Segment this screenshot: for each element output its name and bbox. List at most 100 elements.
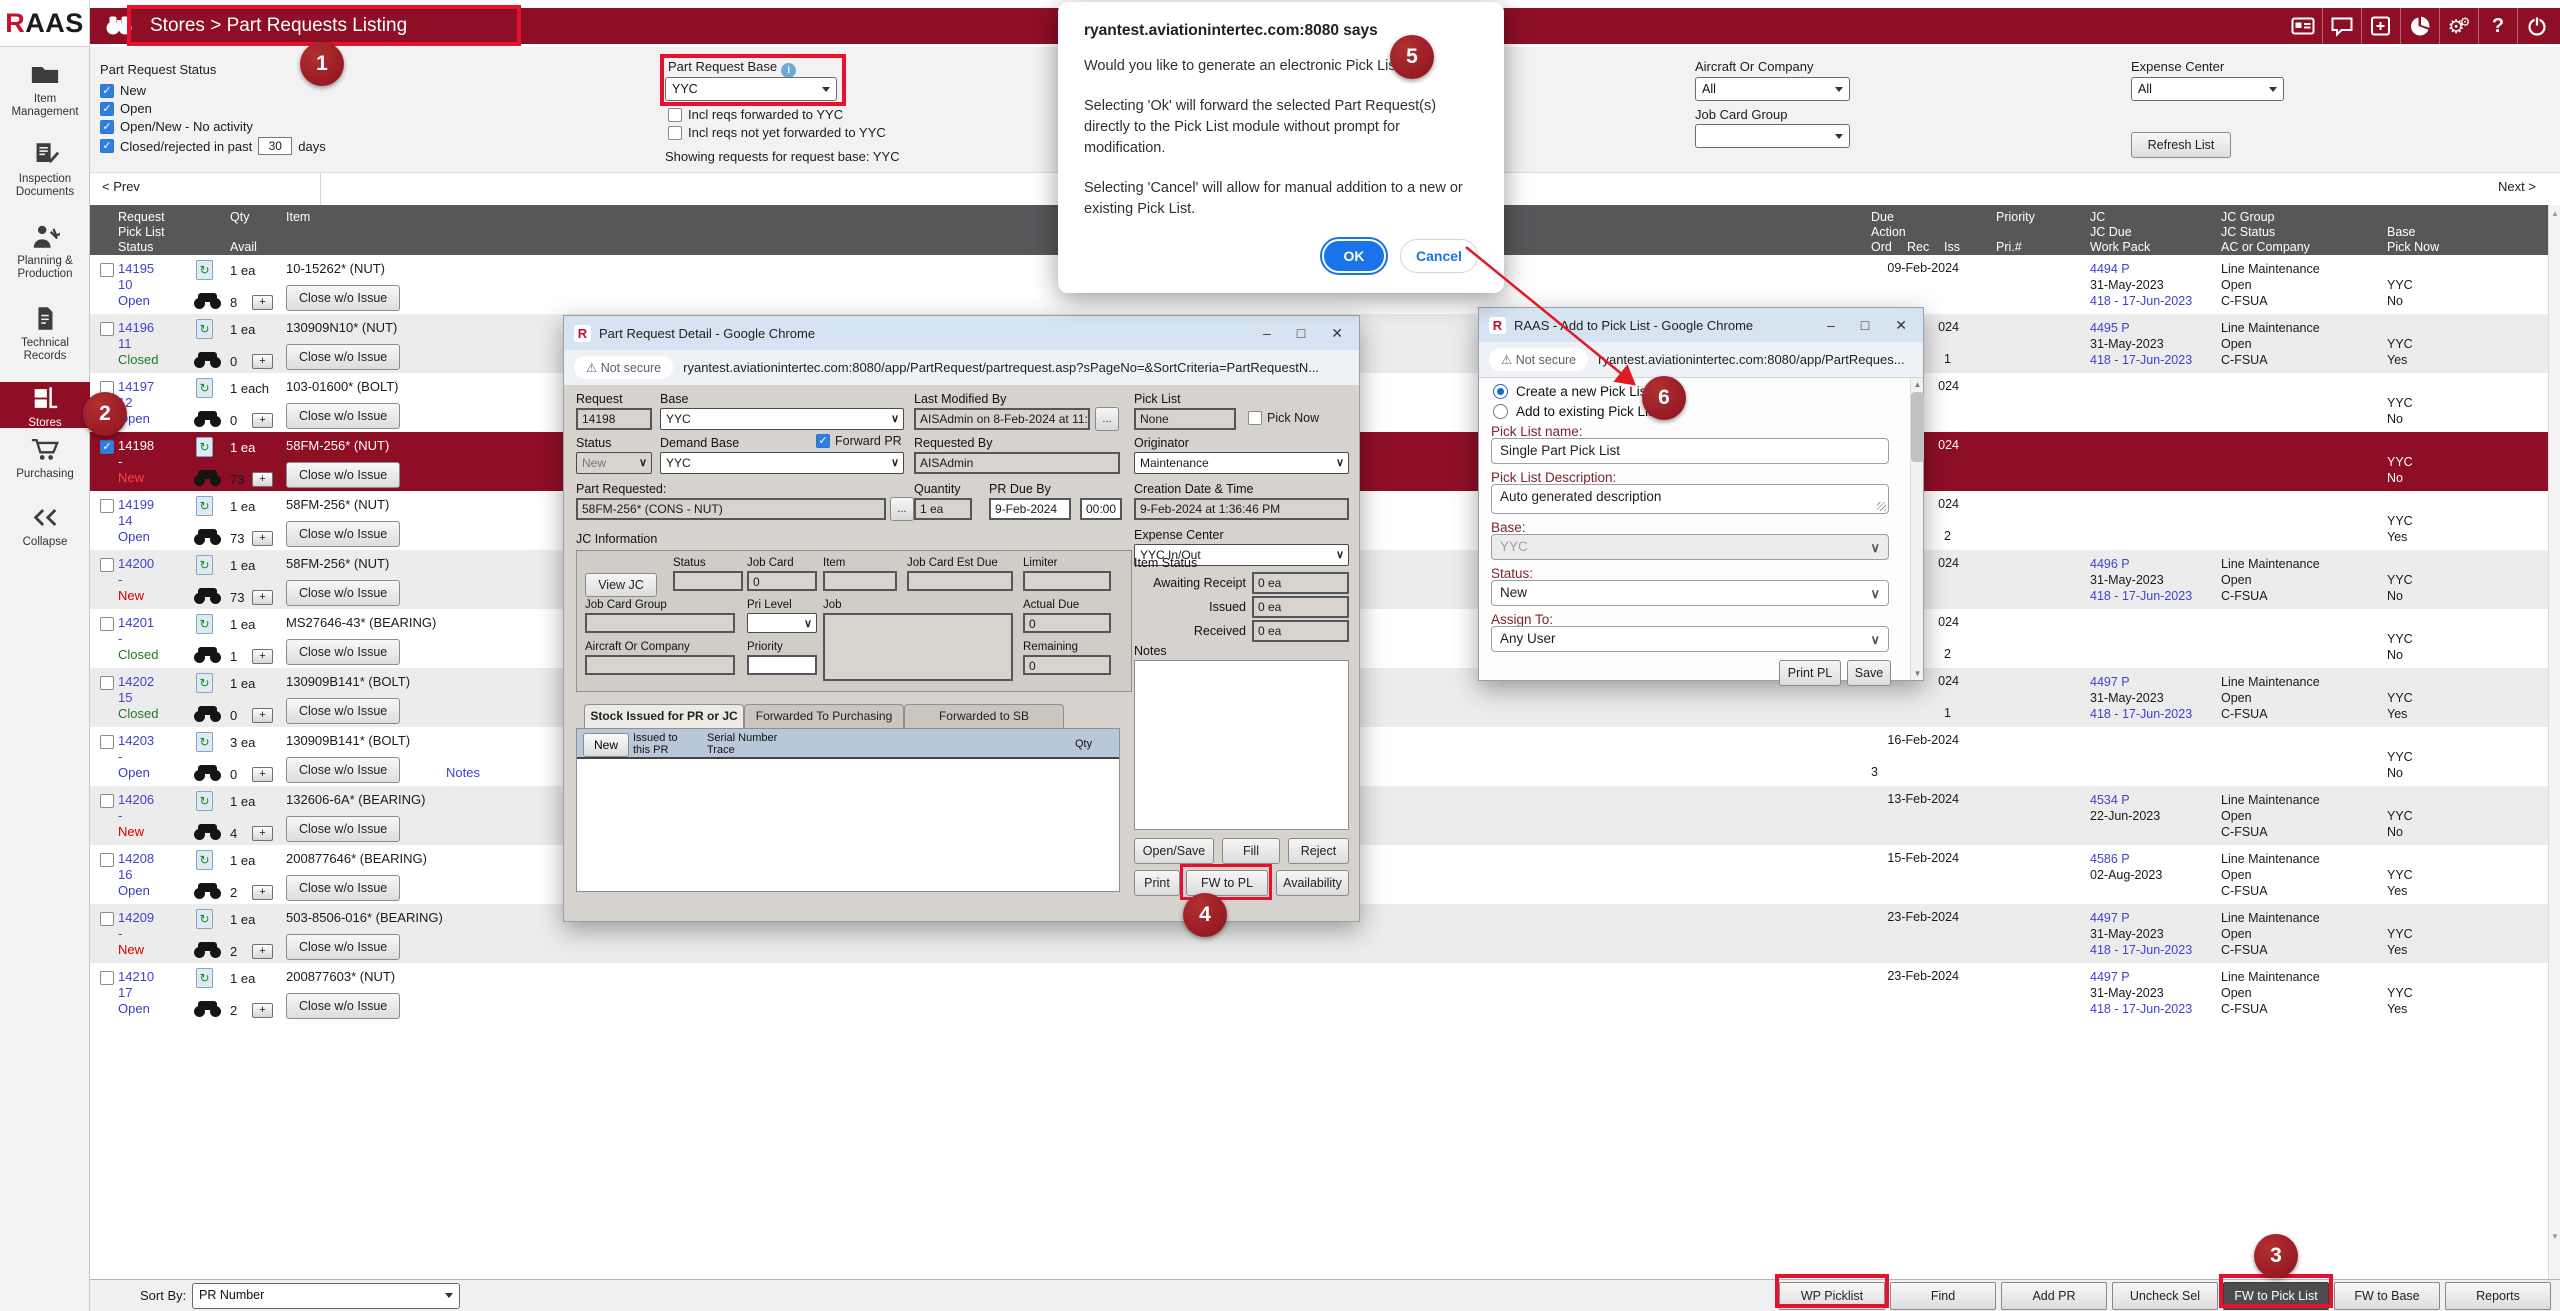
availability-refresh-icon[interactable]: ↻ [196, 496, 213, 516]
pr-due-field[interactable]: 9-Feb-2024 [989, 498, 1071, 520]
pr-number-link[interactable]: 14208 [118, 851, 154, 866]
binoculars-icon[interactable] [194, 293, 221, 309]
save-button[interactable]: Save [1847, 660, 1891, 686]
next-page-link[interactable]: Next > [2498, 179, 2536, 194]
availability-refresh-icon[interactable]: ↻ [196, 378, 213, 398]
pr-number-link[interactable]: 14195 [118, 261, 154, 276]
availability-refresh-icon[interactable]: ↻ [196, 673, 213, 693]
close-wo-issue-button[interactable]: Close w/o Issue [286, 816, 400, 842]
notes-textarea[interactable] [1134, 660, 1349, 830]
pick-list-number[interactable]: 12 [118, 395, 132, 410]
status-checkbox-open[interactable]: ✓ [100, 102, 114, 116]
fw-to-base-button[interactable]: FW to Base [2334, 1282, 2440, 1310]
close-wo-issue-button[interactable]: Close w/o Issue [286, 757, 400, 783]
expand-availability-button[interactable]: + [252, 649, 273, 664]
row-select-checkbox[interactable] [100, 617, 114, 631]
row-select-checkbox[interactable] [100, 499, 114, 513]
row-select-checkbox[interactable] [100, 263, 114, 277]
add-pr-button[interactable]: Add PR [2001, 1282, 2107, 1310]
binoculars-icon[interactable] [194, 942, 221, 958]
binoculars-icon[interactable] [194, 647, 221, 663]
sidebar-item-purchasing[interactable]: Purchasing [0, 437, 90, 481]
availability-refresh-icon[interactable]: ↻ [196, 850, 213, 870]
close-wo-issue-button[interactable]: Close w/o Issue [286, 934, 400, 960]
scroll-up-icon[interactable]: ▲ [1911, 380, 1924, 389]
pick-list-number[interactable]: - [118, 454, 122, 469]
picklist-window-titlebar[interactable]: R RAAS - Add to Pick List - Google Chrom… [1479, 308, 1923, 342]
sidebar-item-planning-production[interactable]: Planning & Production [0, 224, 90, 281]
expand-availability-button[interactable]: + [252, 885, 273, 900]
fw-to-pick-list-button[interactable]: FW to Pick List [2223, 1282, 2329, 1310]
forward-pr-checkbox[interactable]: ✓ [816, 434, 830, 448]
prev-page-link[interactable]: < Prev [102, 179, 140, 194]
jc-number-link[interactable]: 4497 P [2090, 970, 2130, 984]
print-button[interactable]: Print [1134, 870, 1180, 896]
priority-field[interactable] [747, 655, 817, 675]
info-icon[interactable]: i [781, 63, 796, 78]
tab-stock-issued[interactable]: Stock Issued for PR or JC [584, 704, 744, 729]
row-select-checkbox[interactable]: ✓ [100, 440, 114, 454]
binoculars-icon[interactable] [194, 883, 221, 899]
pick-now-checkbox[interactable] [1248, 411, 1262, 425]
availability-refresh-icon[interactable]: ↻ [196, 319, 213, 339]
pr-number-link[interactable]: 14206 [118, 792, 154, 807]
close-wo-issue-button[interactable]: Close w/o Issue [286, 521, 400, 547]
pr-number-link[interactable]: 14196 [118, 320, 154, 335]
binoculars-icon[interactable] [194, 765, 221, 781]
picklist-url[interactable]: ryantest.aviationintertec.com:8080/app/P… [1598, 352, 1904, 367]
jc-number-link[interactable]: 4534 P [2090, 793, 2130, 807]
expand-availability-button[interactable]: + [252, 767, 273, 782]
pick-list-number[interactable]: - [118, 926, 122, 941]
chat-icon[interactable] [2322, 8, 2361, 44]
resize-handle[interactable] [1877, 502, 1886, 511]
tab-forwarded-purchasing[interactable]: Forwarded To Purchasing [744, 704, 904, 729]
close-wo-issue-button[interactable]: Close w/o Issue [286, 993, 400, 1019]
not-secure-badge[interactable]: ⚠ Not secure [574, 356, 673, 379]
pick-list-number[interactable]: 15 [118, 690, 132, 705]
availability-refresh-icon[interactable]: ↻ [196, 437, 213, 457]
close-icon[interactable]: ✕ [1331, 325, 1343, 342]
expand-availability-button[interactable]: + [252, 1003, 273, 1018]
cancel-button[interactable]: Cancel [1400, 239, 1478, 273]
row-select-checkbox[interactable] [100, 794, 114, 808]
closed-filter-checkbox[interactable]: ✓ [100, 139, 114, 153]
picklist-scrollbar[interactable]: ▲ ▼ [1910, 378, 1923, 680]
expense-center-select[interactable]: All [2131, 77, 2284, 101]
originator-select[interactable]: Maintenance [1134, 452, 1349, 474]
fill-button[interactable]: Fill [1222, 838, 1280, 864]
row-select-checkbox[interactable] [100, 381, 114, 395]
pick-list-number[interactable]: - [118, 749, 122, 764]
close-wo-issue-button[interactable]: Close w/o Issue [286, 403, 400, 429]
pick-list-number[interactable]: - [118, 572, 122, 587]
assign-to-select[interactable]: Any User [1491, 626, 1889, 652]
work-pack-link[interactable]: 418 - 17-Jun-2023 [2090, 1002, 2192, 1016]
maximize-icon[interactable]: □ [1297, 325, 1305, 342]
not-secure-badge[interactable]: ⚠ Not secure [1489, 348, 1588, 371]
binoculars-icon[interactable] [194, 352, 221, 368]
sidebar-item-collapse[interactable]: Collapse [0, 505, 90, 549]
pick-list-number[interactable]: 16 [118, 867, 132, 882]
availability-refresh-icon[interactable]: ↻ [196, 614, 213, 634]
detail-window-titlebar[interactable]: R Part Request Detail - Google Chrome –□… [564, 316, 1359, 350]
close-wo-issue-button[interactable]: Close w/o Issue [286, 344, 400, 370]
availability-refresh-icon[interactable]: ↻ [196, 968, 213, 988]
row-select-checkbox[interactable] [100, 676, 114, 690]
close-icon[interactable]: ✕ [1895, 317, 1907, 334]
expand-availability-button[interactable]: + [252, 295, 273, 310]
wp-picklist-button[interactable]: WP Picklist [1779, 1282, 1885, 1310]
binoculars-icon[interactable] [194, 706, 221, 722]
include-forwarded-checkbox[interactable] [668, 108, 682, 122]
row-select-checkbox[interactable] [100, 322, 114, 336]
ok-button[interactable]: OK [1322, 239, 1386, 273]
pri-level-select[interactable] [747, 613, 817, 633]
uncheck-sel-button[interactable]: Uncheck Sel [2112, 1282, 2218, 1310]
status-checkbox-new[interactable]: ✓ [100, 84, 114, 98]
settings-gears-icon[interactable]: ⚙⚙ [2439, 8, 2478, 44]
expand-availability-button[interactable]: + [252, 472, 273, 487]
last-modified-more-button[interactable]: ... [1095, 407, 1119, 431]
work-pack-link[interactable]: 418 - 17-Jun-2023 [2090, 707, 2192, 721]
availability-refresh-icon[interactable]: ↻ [196, 555, 213, 575]
jc-number-link[interactable]: 4497 P [2090, 911, 2130, 925]
close-wo-issue-button[interactable]: Close w/o Issue [286, 875, 400, 901]
maximize-icon[interactable]: □ [1861, 317, 1869, 334]
